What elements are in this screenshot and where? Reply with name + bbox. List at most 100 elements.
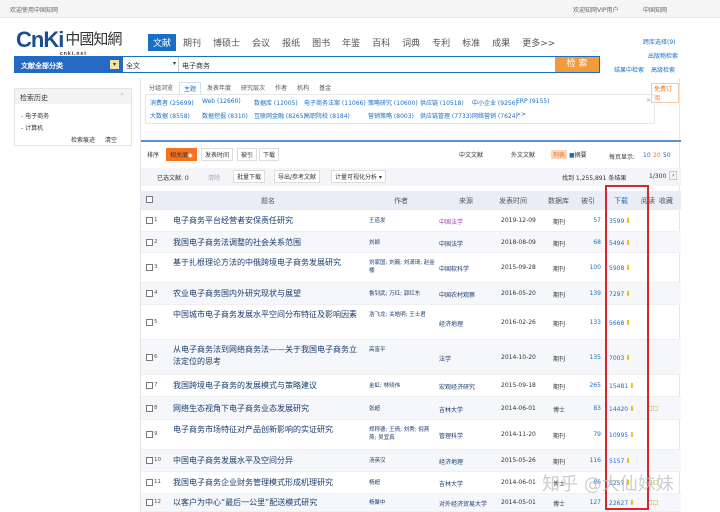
result-title-link[interactable]: 农业电子商务国内外研究现状与展望 [173,288,363,300]
source-link[interactable]: 管理科学 [439,431,463,440]
nav-tab[interactable]: 词典 [397,34,425,51]
author-link[interactable]: 刘颖 [369,239,435,247]
citation-count[interactable]: 133 [581,319,601,326]
per-page-10[interactable]: 10 [643,152,651,159]
advanced-search-link[interactable]: 高级检索 [651,65,675,74]
cnki-logo[interactable]: CnKi 中國知網 cnki.net [16,27,122,57]
result-title-link[interactable]: 电子商务平台经营者安保责任研究 [173,215,363,227]
topic-term[interactable]: 数据挖掘 (8310) [202,111,248,120]
sort-downloads[interactable]: 下载 [259,148,280,161]
nav-tab[interactable]: 标准 [457,34,485,51]
citation-count[interactable]: 135 [581,354,601,361]
author-link[interactable]: 杨聚中 [369,499,435,507]
author-link[interactable]: 鲁钊武; 万红; 郭红东 [369,290,435,298]
clear-selection-button[interactable]: 清除 [208,173,220,182]
source-link[interactable]: 对外经济贸易大学 [439,499,487,508]
topic-term[interactable]: 供应链 (10518) [420,98,464,107]
topic-term[interactable]: 策略研究 (10600) [368,98,418,107]
row-checkbox[interactable] [146,404,153,412]
source-link[interactable]: 宏观经济研究 [439,382,475,391]
export-button[interactable]: 导出/参考文献 [274,170,321,183]
citation-count[interactable]: 79 [581,431,601,438]
history-all-link[interactable]: 检索痕迹 [71,135,95,144]
result-title-link[interactable]: 以客户为中心“最后一公里”配送模式研究 [173,497,363,509]
row-checkbox[interactable] [146,290,153,297]
row-checkbox[interactable] [146,479,153,486]
history-item[interactable]: - 计算机 [21,123,43,132]
close-icon[interactable]: × [646,97,651,104]
search-in-results-link[interactable]: 结果中检索 [614,65,644,74]
topic-term[interactable]: 互联网金融 (8265) [254,111,306,120]
author-link[interactable]: 汤英汉 [369,457,435,465]
topic-term[interactable]: ERP (9155) [516,98,549,105]
vip-link[interactable]: 欢迎知网VIP用户 [573,5,619,14]
citation-count[interactable]: 116 [581,457,601,464]
category-select[interactable]: 文献全部分类 ▾ [15,57,123,72]
citation-count[interactable]: 100 [581,264,601,271]
nav-tab[interactable]: 会议 [247,34,275,51]
source-link[interactable]: 经济地理 [439,457,463,466]
citation-count[interactable]: 265 [581,382,601,389]
field-select[interactable]: 全文 [123,57,179,72]
nav-tab[interactable]: 文献 [148,34,177,51]
author-link[interactable]: 郑称德; 王倩; 刘秀; 倪燕燕; 吴宜真 [369,426,435,442]
next-page-button[interactable]: › [669,171,678,180]
batch-download-button[interactable]: 批量下载 [233,170,266,183]
nav-tab[interactable]: 图书 [307,34,335,51]
topic-term[interactable]: Web (12660) [202,98,241,105]
topic-term[interactable]: >> [516,111,526,118]
author-link[interactable]: 金虹; 林晓伟 [369,382,435,390]
row-checkbox[interactable] [146,318,153,326]
nav-tab[interactable]: 博硕士 [208,34,245,51]
free-subscribe-button[interactable]: 免费订阅 [651,83,679,103]
per-page-20[interactable]: 20 [653,152,661,159]
source-link[interactable]: 吉林大学 [439,405,463,414]
nav-tab[interactable]: 专利 [427,34,455,51]
citation-count[interactable]: 139 [581,290,601,297]
topic-term[interactable]: 营销策略 (8003) [368,111,414,120]
topic-term[interactable]: 电子商务法案 (11066) [304,98,366,107]
topic-term[interactable]: 大数据 (8558) [150,111,190,120]
result-title-link[interactable]: 电子商务市场特征对产品创新影响的实证研究 [173,424,363,436]
cross-db-link[interactable]: 跨库选择(9) [643,37,676,46]
col-db[interactable]: 数据库 [548,196,569,206]
row-checkbox[interactable] [146,431,153,438]
history-item[interactable]: - 电子商务 [21,111,49,120]
per-page-50[interactable]: 50 [663,152,671,159]
row-checkbox[interactable] [146,217,153,224]
nav-tab[interactable]: 成果 [487,34,515,51]
author-link[interactable]: 高富平 [369,346,435,354]
result-title-link[interactable]: 网络生态视角下电子商务业态发展研究 [173,403,363,415]
analysis-dropdown[interactable]: 计量可视化分析 ▾ [331,170,386,183]
sort-date[interactable]: 发表时间 [201,148,234,161]
source-link[interactable]: 法学 [439,354,451,363]
group-tab[interactable]: 主题 [179,82,202,94]
nav-tab[interactable]: 期刊 [178,34,206,51]
topic-term[interactable]: 数据库 (12005) [254,98,298,107]
group-tab[interactable]: 基金 [315,82,335,94]
col-cite[interactable]: 被引 [581,196,595,206]
history-clear-link[interactable]: 清空 [105,135,117,144]
col-author[interactable]: 作者 [394,196,408,206]
publication-search-link[interactable]: 出版物检索 [648,51,678,60]
search-input[interactable]: 电子商务 [179,57,555,72]
result-title-link[interactable]: 从电子商务法到网络商务法——关于我国电子商务立法定位的思考 [173,344,363,368]
abstract-view-toggle[interactable]: ■摘要 [569,150,587,159]
citation-count[interactable]: 57 [581,217,601,224]
nav-tab[interactable]: 报纸 [277,34,305,51]
citation-count[interactable]: 83 [581,405,601,412]
result-title-link[interactable]: 我国电子商务法调整的社会关系范围 [173,237,363,249]
topic-term[interactable]: 供应链管理 (7733) [420,111,472,120]
list-view-toggle[interactable]: 列表 [551,150,568,159]
topic-term[interactable]: 网络营销 (7624) [472,111,518,120]
col-date[interactable]: 发表时间 [499,196,527,206]
group-tab[interactable]: 机构 [293,82,313,94]
foreign-docs-tab[interactable]: 外文文献 [511,150,535,159]
citation-count[interactable]: 68 [581,239,601,246]
search-button[interactable]: 检 索 [555,57,599,72]
result-title-link[interactable]: 中国电子商务发展水平及空间分异 [173,455,363,467]
cnki-link[interactable]: 中国知网 [643,5,667,14]
author-link[interactable]: 刘家国; 刘巍; 刘潇琦; 赵金楼 [369,259,435,275]
result-title-link[interactable]: 我国电子商务企业财务管理模式形成机理研究 [173,477,363,489]
result-title-link[interactable]: 基于扎根理论方法的中俄跨境电子商务发展研究 [173,257,363,269]
